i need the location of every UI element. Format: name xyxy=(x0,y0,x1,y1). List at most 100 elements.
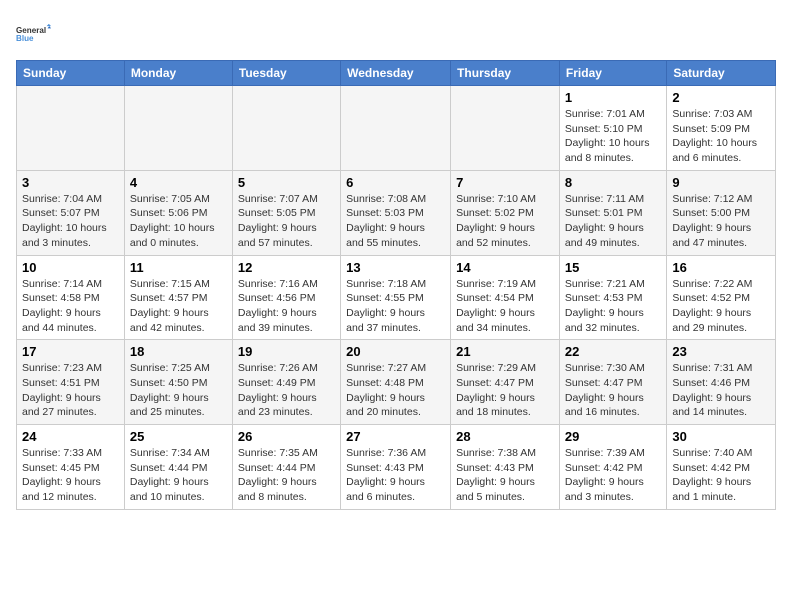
day-cell-24: 24Sunrise: 7:33 AMSunset: 4:45 PMDayligh… xyxy=(17,425,125,510)
day-number-10: 10 xyxy=(22,260,119,275)
week-row-4: 17 Sunrise: 7:23 AMSunset: 4:51 PMDayligh… xyxy=(17,340,776,425)
empty-cell-w0-d3 xyxy=(341,86,451,171)
day-cell-7: 7 Sunrise: 7:10 AMSunset: 5:02 PMDaylight… xyxy=(451,170,560,255)
day-info-13: Sunrise: 7:18 AMSunset: 4:55 PMDaylight:… xyxy=(346,277,445,336)
day-info-17: Sunrise: 7:23 AMSunset: 4:51 PMDaylight:… xyxy=(22,361,119,420)
weekday-header-friday: Friday xyxy=(559,61,666,86)
day-cell-21: 21 Sunrise: 7:29 AMSunset: 4:47 PMDayligh… xyxy=(451,340,560,425)
day-number-6: 6 xyxy=(346,175,445,190)
day-cell-5: 5 Sunrise: 7:07 AMSunset: 5:05 PMDaylight… xyxy=(232,170,340,255)
day-number-26: 26 xyxy=(238,429,335,444)
day-number-23: 23 xyxy=(672,344,770,359)
logo-svg: General Blue xyxy=(16,16,52,52)
day-cell-20: 20 Sunrise: 7:27 AMSunset: 4:48 PMDayligh… xyxy=(341,340,451,425)
day-cell-22: 22 Sunrise: 7:30 AMSunset: 4:47 PMDayligh… xyxy=(559,340,666,425)
empty-cell-w0-d0 xyxy=(17,86,125,171)
day-info-11: Sunrise: 7:15 AMSunset: 4:57 PMDaylight:… xyxy=(130,277,227,336)
day-info-30: Sunrise: 7:40 AMSunset: 4:42 PMDaylight:… xyxy=(672,446,770,505)
day-number-3: 3 xyxy=(22,175,119,190)
weekday-header-row: SundayMondayTuesdayWednesdayThursdayFrid… xyxy=(17,61,776,86)
day-info-7: Sunrise: 7:10 AMSunset: 5:02 PMDaylight:… xyxy=(456,192,554,251)
week-row-2: 3Sunrise: 7:04 AMSunset: 5:07 PMDaylight… xyxy=(17,170,776,255)
day-info-14: Sunrise: 7:19 AMSunset: 4:54 PMDaylight:… xyxy=(456,277,554,336)
logo: General Blue xyxy=(16,16,52,52)
day-info-20: Sunrise: 7:27 AMSunset: 4:48 PMDaylight:… xyxy=(346,361,445,420)
day-info-27: Sunrise: 7:36 AMSunset: 4:43 PMDaylight:… xyxy=(346,446,445,505)
day-number-2: 2 xyxy=(672,90,770,105)
day-number-12: 12 xyxy=(238,260,335,275)
day-info-12: Sunrise: 7:16 AMSunset: 4:56 PMDaylight:… xyxy=(238,277,335,336)
day-info-22: Sunrise: 7:30 AMSunset: 4:47 PMDaylight:… xyxy=(565,361,661,420)
day-number-5: 5 xyxy=(238,175,335,190)
empty-cell-w0-d4 xyxy=(451,86,560,171)
day-info-29: Sunrise: 7:39 AMSunset: 4:42 PMDaylight:… xyxy=(565,446,661,505)
svg-text:General: General xyxy=(16,26,46,35)
week-row-5: 24Sunrise: 7:33 AMSunset: 4:45 PMDayligh… xyxy=(17,425,776,510)
day-cell-11: 11 Sunrise: 7:15 AMSunset: 4:57 PMDayligh… xyxy=(124,255,232,340)
day-info-16: Sunrise: 7:22 AMSunset: 4:52 PMDaylight:… xyxy=(672,277,770,336)
svg-text:Blue: Blue xyxy=(16,34,34,43)
day-number-13: 13 xyxy=(346,260,445,275)
day-info-28: Sunrise: 7:38 AMSunset: 4:43 PMDaylight:… xyxy=(456,446,554,505)
day-cell-14: 14 Sunrise: 7:19 AMSunset: 4:54 PMDayligh… xyxy=(451,255,560,340)
day-number-1: 1 xyxy=(565,90,661,105)
day-number-4: 4 xyxy=(130,175,227,190)
day-number-19: 19 xyxy=(238,344,335,359)
day-number-15: 15 xyxy=(565,260,661,275)
day-cell-9: 9 Sunrise: 7:12 AMSunset: 5:00 PMDaylight… xyxy=(667,170,776,255)
day-number-21: 21 xyxy=(456,344,554,359)
day-info-15: Sunrise: 7:21 AMSunset: 4:53 PMDaylight:… xyxy=(565,277,661,336)
day-number-18: 18 xyxy=(130,344,227,359)
day-info-21: Sunrise: 7:29 AMSunset: 4:47 PMDaylight:… xyxy=(456,361,554,420)
day-number-20: 20 xyxy=(346,344,445,359)
day-cell-27: 27Sunrise: 7:36 AMSunset: 4:43 PMDayligh… xyxy=(341,425,451,510)
day-cell-16: 16 Sunrise: 7:22 AMSunset: 4:52 PMDayligh… xyxy=(667,255,776,340)
day-number-7: 7 xyxy=(456,175,554,190)
day-info-24: Sunrise: 7:33 AMSunset: 4:45 PMDaylight:… xyxy=(22,446,119,505)
day-cell-19: 19Sunrise: 7:26 AMSunset: 4:49 PMDayligh… xyxy=(232,340,340,425)
weekday-header-saturday: Saturday xyxy=(667,61,776,86)
day-info-23: Sunrise: 7:31 AMSunset: 4:46 PMDaylight:… xyxy=(672,361,770,420)
day-cell-25: 25Sunrise: 7:34 AMSunset: 4:44 PMDayligh… xyxy=(124,425,232,510)
day-cell-29: 29 Sunrise: 7:39 AMSunset: 4:42 PMDayligh… xyxy=(559,425,666,510)
day-cell-1: 1 Sunrise: 7:01 AMSunset: 5:10 PMDaylight… xyxy=(559,86,666,171)
empty-cell-w0-d2 xyxy=(232,86,340,171)
day-info-9: Sunrise: 7:12 AMSunset: 5:00 PMDaylight:… xyxy=(672,192,770,251)
day-number-8: 8 xyxy=(565,175,661,190)
day-info-5: Sunrise: 7:07 AMSunset: 5:05 PMDaylight:… xyxy=(238,192,335,251)
day-number-22: 22 xyxy=(565,344,661,359)
calendar-table: SundayMondayTuesdayWednesdayThursdayFrid… xyxy=(16,60,776,510)
day-cell-28: 28 Sunrise: 7:38 AMSunset: 4:43 PMDayligh… xyxy=(451,425,560,510)
day-cell-4: 4 Sunrise: 7:05 AMSunset: 5:06 PMDaylight… xyxy=(124,170,232,255)
day-number-9: 9 xyxy=(672,175,770,190)
day-info-26: Sunrise: 7:35 AMSunset: 4:44 PMDaylight:… xyxy=(238,446,335,505)
day-cell-30: 30 Sunrise: 7:40 AMSunset: 4:42 PMDayligh… xyxy=(667,425,776,510)
day-number-25: 25 xyxy=(130,429,227,444)
day-cell-6: 6 Sunrise: 7:08 AMSunset: 5:03 PMDaylight… xyxy=(341,170,451,255)
day-info-6: Sunrise: 7:08 AMSunset: 5:03 PMDaylight:… xyxy=(346,192,445,251)
header: General Blue xyxy=(16,16,776,52)
weekday-header-tuesday: Tuesday xyxy=(232,61,340,86)
day-cell-23: 23 Sunrise: 7:31 AMSunset: 4:46 PMDayligh… xyxy=(667,340,776,425)
weekday-header-sunday: Sunday xyxy=(17,61,125,86)
day-number-11: 11 xyxy=(130,260,227,275)
day-number-30: 30 xyxy=(672,429,770,444)
day-info-1: Sunrise: 7:01 AMSunset: 5:10 PMDaylight:… xyxy=(565,107,661,166)
day-number-16: 16 xyxy=(672,260,770,275)
week-row-3: 10 Sunrise: 7:14 AMSunset: 4:58 PMDayligh… xyxy=(17,255,776,340)
day-cell-13: 13 Sunrise: 7:18 AMSunset: 4:55 PMDayligh… xyxy=(341,255,451,340)
day-info-10: Sunrise: 7:14 AMSunset: 4:58 PMDaylight:… xyxy=(22,277,119,336)
day-cell-2: 2 Sunrise: 7:03 AMSunset: 5:09 PMDaylight… xyxy=(667,86,776,171)
day-info-2: Sunrise: 7:03 AMSunset: 5:09 PMDaylight:… xyxy=(672,107,770,166)
weekday-header-monday: Monday xyxy=(124,61,232,86)
day-cell-8: 8Sunrise: 7:11 AMSunset: 5:01 PMDaylight… xyxy=(559,170,666,255)
day-cell-15: 15 Sunrise: 7:21 AMSunset: 4:53 PMDayligh… xyxy=(559,255,666,340)
day-number-29: 29 xyxy=(565,429,661,444)
day-number-28: 28 xyxy=(456,429,554,444)
day-cell-12: 12 Sunrise: 7:16 AMSunset: 4:56 PMDayligh… xyxy=(232,255,340,340)
day-info-18: Sunrise: 7:25 AMSunset: 4:50 PMDaylight:… xyxy=(130,361,227,420)
day-info-4: Sunrise: 7:05 AMSunset: 5:06 PMDaylight:… xyxy=(130,192,227,251)
week-row-1: 1 Sunrise: 7:01 AMSunset: 5:10 PMDaylight… xyxy=(17,86,776,171)
day-number-17: 17 xyxy=(22,344,119,359)
day-number-14: 14 xyxy=(456,260,554,275)
